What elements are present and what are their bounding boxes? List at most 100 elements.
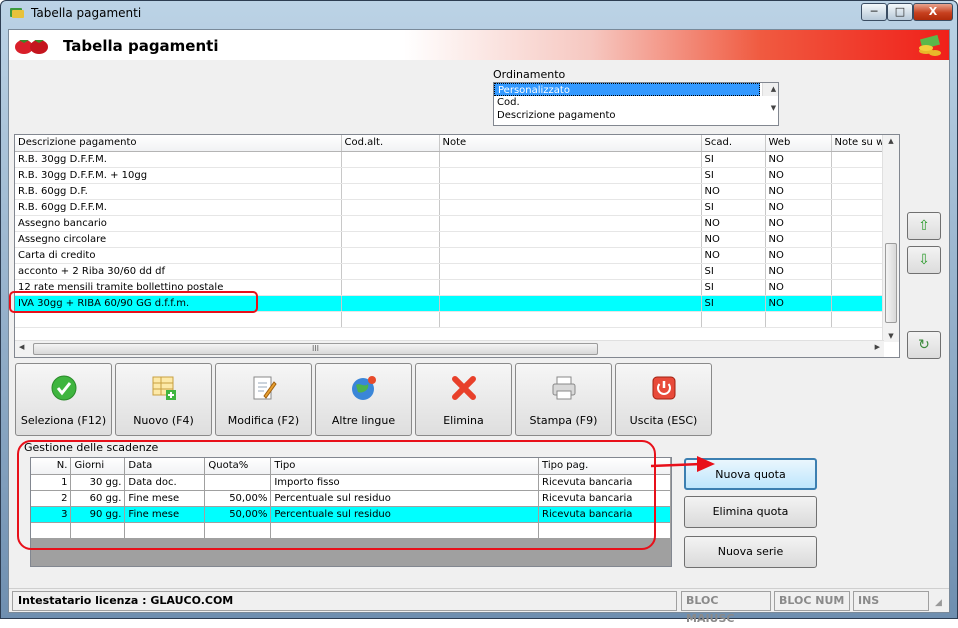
scroll-up-icon[interactable]: ▲ bbox=[766, 83, 778, 96]
altre-lingue-button[interactable]: Altre lingue bbox=[315, 363, 412, 436]
nuovo-button[interactable]: Nuovo (F4) bbox=[115, 363, 212, 436]
table-row[interactable]: acconto + 2 Riba 30/60 dd df SI NO bbox=[15, 263, 889, 280]
cell-web[interactable]: NO bbox=[765, 231, 832, 248]
column-header[interactable]: Web bbox=[765, 135, 832, 152]
cell-cod[interactable] bbox=[341, 311, 440, 328]
table-row[interactable]: IVA 30gg + RIBA 60/90 GG d.f.f.m. SI NO bbox=[15, 295, 889, 312]
cell-notew[interactable] bbox=[831, 215, 889, 232]
cell-n[interactable]: 2 bbox=[31, 490, 72, 507]
cell-scad[interactable]: SI bbox=[701, 151, 766, 168]
cell-note[interactable] bbox=[439, 183, 702, 200]
cell-cod[interactable] bbox=[341, 183, 440, 200]
table-row[interactable]: R.B. 30gg D.F.F.M. SI NO bbox=[15, 151, 889, 168]
table-row[interactable]: Carta di credito NO NO bbox=[15, 247, 889, 264]
move-up-button[interactable]: ⇧ bbox=[907, 212, 941, 240]
cell-notew[interactable] bbox=[831, 231, 889, 248]
scroll-right-icon[interactable]: ▶ bbox=[875, 343, 880, 351]
move-down-button[interactable]: ⇩ bbox=[907, 246, 941, 274]
cell-desc[interactable]: R.B. 30gg D.F.F.M. + 10gg bbox=[15, 167, 342, 184]
cell-notew[interactable] bbox=[831, 151, 889, 168]
cell-cod[interactable] bbox=[341, 151, 440, 168]
cell-notew[interactable] bbox=[831, 295, 889, 312]
cell-note[interactable] bbox=[439, 279, 702, 296]
cell-scad[interactable]: SI bbox=[701, 167, 766, 184]
table-row[interactable]: R.B. 60gg D.F.F.M. SI NO bbox=[15, 199, 889, 216]
cell-cod[interactable] bbox=[341, 167, 440, 184]
cell-desc[interactable] bbox=[15, 311, 342, 328]
cell-scad[interactable]: SI bbox=[701, 199, 766, 216]
scadenza-row[interactable] bbox=[31, 522, 671, 539]
cell-scad[interactable]: SI bbox=[701, 279, 766, 296]
grid-horizontal-scrollbar[interactable]: ◀ III ▶ bbox=[15, 340, 884, 357]
cell-n[interactable] bbox=[31, 522, 72, 539]
cell-cod[interactable] bbox=[341, 279, 440, 296]
cell-desc[interactable]: IVA 30gg + RIBA 60/90 GG d.f.f.m. bbox=[15, 295, 342, 312]
scroll-thumb[interactable] bbox=[885, 243, 897, 323]
cell-scad[interactable] bbox=[701, 311, 766, 328]
grid-vertical-scrollbar[interactable]: ▲ ▼ bbox=[882, 135, 899, 342]
maximize-button[interactable]: □ bbox=[887, 3, 913, 21]
cell-desc[interactable]: R.B. 60gg D.F.F.M. bbox=[15, 199, 342, 216]
ordinamento-scrollbar[interactable]: ▲ ▼ bbox=[762, 83, 778, 112]
cell-quota[interactable] bbox=[204, 522, 272, 539]
cell-cod[interactable] bbox=[341, 215, 440, 232]
cell-web[interactable] bbox=[765, 311, 832, 328]
cell-giorni[interactable]: 30 gg. bbox=[70, 474, 126, 491]
table-row[interactable]: 12 rate mensili tramite bollettino posta… bbox=[15, 279, 889, 296]
title-bar[interactable]: Tabella pagamenti ─ □ X bbox=[1, 1, 957, 26]
cell-tipo[interactable]: Percentuale sul residuo bbox=[270, 506, 540, 523]
cell-data[interactable]: Data doc. bbox=[124, 474, 206, 491]
table-row[interactable]: R.B. 60gg D.F. NO NO bbox=[15, 183, 889, 200]
ordinamento-option[interactable]: Personalizzato bbox=[494, 83, 760, 96]
scadenze-grid[interactable]: N. Giorni Data Quota% Tipo Tipo pag. 1 30… bbox=[30, 457, 672, 567]
cell-quota[interactable] bbox=[204, 474, 272, 491]
cell-scad[interactable]: SI bbox=[701, 263, 766, 280]
cell-desc[interactable]: Assegno bancario bbox=[15, 215, 342, 232]
cell-notew[interactable] bbox=[831, 247, 889, 264]
cell-notew[interactable] bbox=[831, 199, 889, 216]
seleziona-button[interactable]: Seleziona (F12) bbox=[15, 363, 112, 436]
scadenza-row[interactable]: 2 60 gg. Fine mese 50,00% Percentuale sul re… bbox=[31, 490, 671, 507]
column-header[interactable]: Note bbox=[439, 135, 702, 152]
cell-note[interactable] bbox=[439, 231, 702, 248]
cell-web[interactable]: NO bbox=[765, 263, 832, 280]
cell-data[interactable] bbox=[124, 522, 206, 539]
cell-desc[interactable]: 12 rate mensili tramite bollettino posta… bbox=[15, 279, 342, 296]
cell-web[interactable]: NO bbox=[765, 199, 832, 216]
cell-scad[interactable]: NO bbox=[701, 231, 766, 248]
cell-scad[interactable]: NO bbox=[701, 183, 766, 200]
column-header[interactable]: Giorni bbox=[70, 458, 126, 475]
stampa-button[interactable]: Stampa (F9) bbox=[515, 363, 612, 436]
cell-cod[interactable] bbox=[341, 263, 440, 280]
cell-web[interactable]: NO bbox=[765, 279, 832, 296]
column-header[interactable]: Descrizione pagamento bbox=[15, 135, 342, 152]
column-header[interactable]: Tipo bbox=[270, 458, 540, 475]
scroll-down-icon[interactable]: ▼ bbox=[766, 96, 778, 112]
cell-note[interactable] bbox=[439, 199, 702, 216]
cell-notew[interactable] bbox=[831, 167, 889, 184]
table-row[interactable]: Assegno circolare NO NO bbox=[15, 231, 889, 248]
modifica-button[interactable]: Modifica (F2) bbox=[215, 363, 312, 436]
cell-web[interactable]: NO bbox=[765, 167, 832, 184]
scadenza-row[interactable]: 1 30 gg. Data doc. Importo fisso Ricevuta ba… bbox=[31, 474, 671, 491]
cell-web[interactable]: NO bbox=[765, 247, 832, 264]
table-row[interactable] bbox=[15, 311, 889, 328]
cell-quota[interactable]: 50,00% bbox=[204, 490, 272, 507]
cell-desc[interactable]: R.B. 60gg D.F. bbox=[15, 183, 342, 200]
cell-cod[interactable] bbox=[341, 247, 440, 264]
column-header[interactable]: N. bbox=[31, 458, 72, 475]
cell-note[interactable] bbox=[439, 295, 702, 312]
cell-scad[interactable]: SI bbox=[701, 295, 766, 312]
cell-tipo[interactable]: Percentuale sul residuo bbox=[270, 490, 540, 507]
table-row[interactable]: R.B. 30gg D.F.F.M. + 10gg SI NO bbox=[15, 167, 889, 184]
table-row[interactable]: Assegno bancario NO NO bbox=[15, 215, 889, 232]
cell-desc[interactable]: acconto + 2 Riba 30/60 dd df bbox=[15, 263, 342, 280]
column-header[interactable]: Data bbox=[124, 458, 206, 475]
cell-scad[interactable]: NO bbox=[701, 247, 766, 264]
refresh-button[interactable]: ↻ bbox=[907, 331, 941, 359]
cell-tipopag[interactable]: Ricevuta bancaria bbox=[538, 474, 671, 491]
column-header[interactable]: Cod.alt. bbox=[341, 135, 440, 152]
resize-grip-icon[interactable]: ◢ bbox=[935, 598, 947, 610]
cell-note[interactable] bbox=[439, 311, 702, 328]
cell-web[interactable]: NO bbox=[765, 295, 832, 312]
